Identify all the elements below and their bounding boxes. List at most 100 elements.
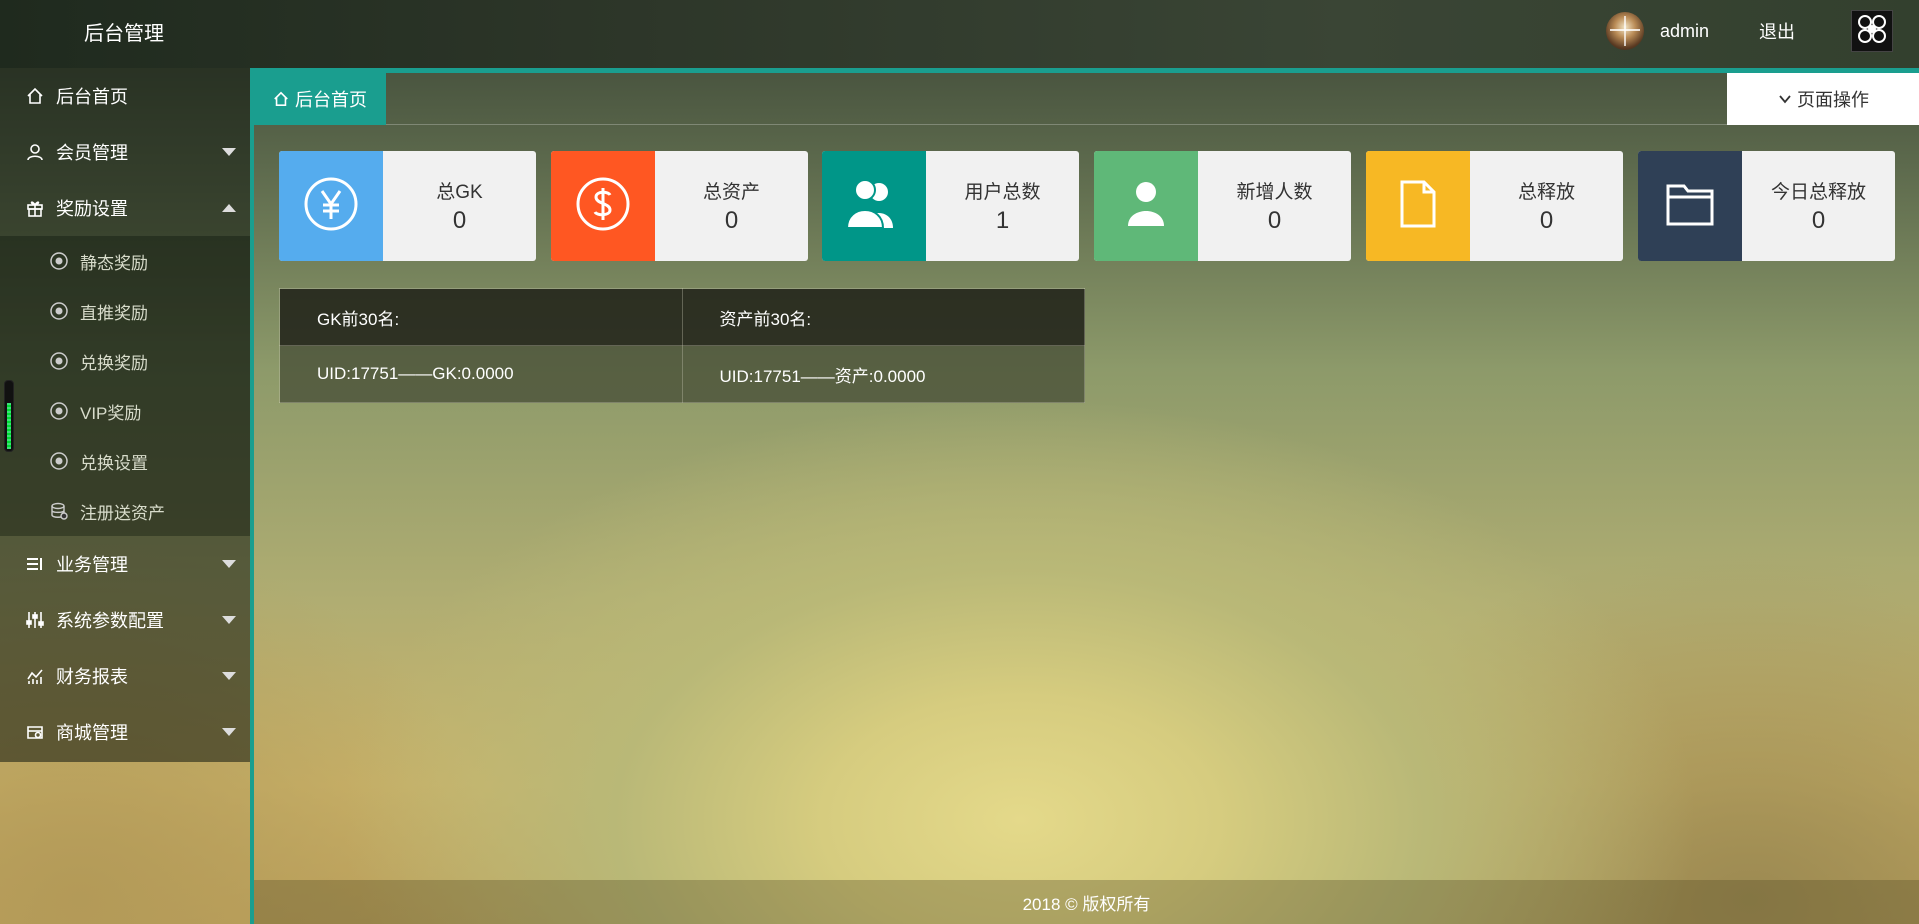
gear-icon — [48, 300, 70, 322]
stat-card-total-release[interactable]: 总释放 0 — [1366, 151, 1623, 261]
stat-value: 0 — [452, 207, 467, 234]
sidebar-item-label: 业务管理 — [56, 555, 128, 575]
file-icon — [1394, 178, 1442, 235]
card-icon-box — [1366, 151, 1470, 261]
stat-card-total-gk[interactable]: 总GK 0 — [279, 151, 536, 261]
user-info[interactable]: admin — [1606, 12, 1709, 50]
sidebar-item-label: 兑换奖励 — [80, 353, 148, 373]
users-icon — [839, 176, 909, 237]
sidebar-item-label: 会员管理 — [56, 143, 128, 163]
sidebar-item-label: 静态奖励 — [80, 253, 148, 273]
footer: 2018 © 版权所有 — [254, 880, 1919, 924]
stat-label: 今日总释放 — [1770, 182, 1866, 203]
sidebar-item-business[interactable]: 业务管理 — [0, 536, 250, 592]
sidebar-item-direct-reward[interactable]: 直推奖励 — [0, 286, 250, 336]
chevron-down-icon — [1777, 91, 1793, 107]
sliders-icon — [24, 609, 46, 631]
username[interactable]: admin — [1660, 21, 1709, 42]
sidebar-item-register-bonus[interactable]: 注册送资产 — [0, 486, 250, 536]
folder-icon — [1664, 180, 1716, 233]
copyright-text: 2018 © 版权所有 — [1022, 894, 1151, 914]
sidebar-item-label: 兑换设置 — [80, 453, 148, 473]
stat-card-total-users[interactable]: 用户总数 1 — [822, 151, 1079, 261]
sidebar-item-home[interactable]: 后台首页 — [0, 68, 250, 124]
stat-label: 用户总数 — [964, 182, 1041, 203]
gear-icon — [48, 450, 70, 472]
sidebar-item-label: VIP奖励 — [80, 403, 142, 423]
tab-home[interactable]: 后台首页 — [254, 73, 386, 125]
brand-title: 后台管理 — [84, 23, 164, 45]
stat-value: 1 — [995, 207, 1010, 234]
user-icon — [24, 141, 46, 163]
sidebar-item-finance-report[interactable]: 财务报表 — [0, 648, 250, 704]
gear-icon — [48, 350, 70, 372]
sidebar-divider — [250, 68, 254, 924]
sidebar-item-system-config[interactable]: 系统参数配置 — [0, 592, 250, 648]
stat-cards: 总GK 0 总资产 0 用户总数 1 新增人数 0 总释放 0 今日总释放 0 — [279, 151, 1895, 261]
ranking-table: GK前30名: 资产前30名: UID:17751——GK:0.0000 UID… — [279, 288, 1085, 403]
sidebar: 后台首页 会员管理 奖励设置 静态奖励 直推奖励 兑换奖励 VIP奖励 兑换设置… — [0, 68, 250, 762]
logout-link[interactable]: 退出 — [1759, 18, 1795, 44]
gear-icon — [48, 400, 70, 422]
chevron-down-icon — [222, 616, 236, 624]
stat-card-total-assets[interactable]: 总资产 0 — [551, 151, 808, 261]
sidebar-item-label: 奖励设置 — [56, 199, 128, 219]
gift-icon — [24, 197, 46, 219]
database-icon — [48, 500, 70, 522]
sidebar-item-mall[interactable]: 商城管理 — [0, 704, 250, 760]
chevron-down-icon — [222, 728, 236, 736]
flower-icon — [1855, 12, 1889, 51]
sidebar-item-members[interactable]: 会员管理 — [0, 124, 250, 180]
sidebar-item-label: 财务报表 — [56, 667, 128, 687]
sidebar-item-vip-reward[interactable]: VIP奖励 — [0, 386, 250, 436]
sidebar-item-rewards[interactable]: 奖励设置 — [0, 180, 250, 236]
list-icon — [24, 553, 46, 575]
scroll-indicator[interactable] — [4, 380, 14, 452]
table-row: UID:17751——GK:0.0000 UID:17751——资产:0.000… — [279, 345, 1085, 403]
sidebar-item-label: 注册送资产 — [80, 503, 165, 523]
sidebar-item-static-reward[interactable]: 静态奖励 — [0, 236, 250, 286]
stat-value: 0 — [724, 207, 739, 234]
stat-value: 0 — [1811, 207, 1826, 234]
stat-label: 总GK — [436, 182, 483, 203]
stat-value: 0 — [1539, 207, 1554, 234]
stat-label: 总释放 — [1517, 182, 1575, 203]
column-header-assets-top30: 资产前30名: — [681, 288, 1085, 346]
stat-label: 新增人数 — [1236, 182, 1313, 203]
table-header-row: GK前30名: 资产前30名: — [279, 288, 1085, 346]
yen-icon — [303, 176, 359, 237]
sidebar-item-label: 后台首页 — [56, 87, 128, 107]
sidebar-item-exchange-settings[interactable]: 兑换设置 — [0, 436, 250, 486]
chart-icon — [24, 665, 46, 687]
table-cell: UID:17751——资产:0.0000 — [681, 345, 1085, 403]
sidebar-item-label: 直推奖励 — [80, 303, 148, 323]
dollar-icon — [575, 176, 631, 237]
shop-icon — [24, 721, 46, 743]
user-icon — [1118, 176, 1174, 237]
column-header-gk-top30: GK前30名: — [279, 288, 683, 346]
table-cell: UID:17751——GK:0.0000 — [279, 345, 683, 403]
tab-home-label: 后台首页 — [295, 90, 367, 110]
theme-switch-button[interactable] — [1851, 10, 1893, 52]
tab-bar: 后台首页 页面操作 — [254, 73, 1919, 125]
chevron-down-icon — [222, 148, 236, 156]
card-icon-box — [279, 151, 383, 261]
page-operations-dropdown[interactable]: 页面操作 — [1727, 73, 1919, 125]
stat-value: 0 — [1267, 207, 1282, 234]
sidebar-item-exchange-reward[interactable]: 兑换奖励 — [0, 336, 250, 386]
gear-icon — [48, 250, 70, 272]
stat-label: 总资产 — [702, 182, 760, 203]
card-icon-box — [551, 151, 655, 261]
rewards-submenu: 静态奖励 直推奖励 兑换奖励 VIP奖励 兑换设置 注册送资产 — [0, 236, 250, 536]
stat-card-new-users[interactable]: 新增人数 0 — [1094, 151, 1351, 261]
stat-card-today-release[interactable]: 今日总释放 0 — [1638, 151, 1895, 261]
top-header: 后台管理 admin 退出 — [0, 0, 1919, 68]
card-icon-box — [1094, 151, 1198, 261]
card-icon-box — [1638, 151, 1742, 261]
chevron-up-icon — [222, 204, 236, 212]
avatar[interactable] — [1606, 12, 1644, 50]
sidebar-item-label: 商城管理 — [56, 723, 128, 743]
card-icon-box — [822, 151, 926, 261]
home-icon — [24, 85, 46, 107]
sidebar-item-label: 系统参数配置 — [56, 611, 164, 631]
